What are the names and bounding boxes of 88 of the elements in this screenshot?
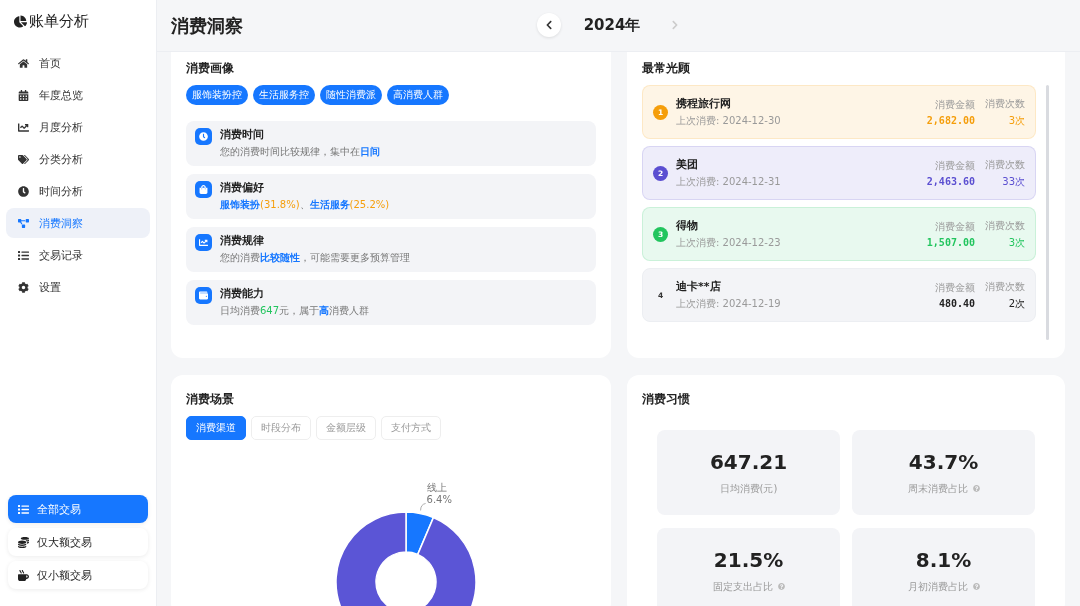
line-chart-icon — [195, 234, 212, 251]
amount-label: 消费金额 — [935, 98, 975, 112]
stat-label: 月初消费占比 — [907, 579, 968, 594]
amount-label: 消费金额 — [935, 220, 975, 234]
last-purchase-date: 上次消费: 2024-12-23 — [676, 236, 782, 250]
amount-label: 消费金额 — [935, 281, 975, 295]
chevron-right-icon — [670, 20, 680, 30]
merchant-name: 迪卡**店 — [676, 279, 722, 294]
previous-button[interactable] — [537, 13, 561, 37]
filter-button[interactable]: 全部交易 — [8, 495, 148, 523]
count-label: 消费次数 — [985, 96, 1025, 111]
insight-title: 消费能力 — [220, 287, 265, 301]
stat-value: 8.1% — [915, 547, 972, 572]
chevron-left-icon — [544, 20, 554, 30]
nav-item[interactable]: 消费洞察 — [6, 208, 150, 238]
insight-text: 服饰装扮(31.8%)、生活服务(25.2%) — [220, 198, 390, 212]
wallet-icon — [195, 287, 212, 304]
insight-text: 您的消费比较随性，可能需要更多预算管理 — [220, 251, 410, 265]
card-title: 消费习惯 — [642, 391, 691, 408]
amount-value: 1,507.00 — [926, 237, 975, 248]
last-purchase-date: 上次消费: 2024-12-31 — [676, 175, 782, 189]
profile-tag: 服饰装扮控 — [186, 85, 248, 105]
stat-label: 周末消费占比 — [907, 481, 968, 496]
logo-icon — [14, 14, 27, 28]
chart-label: 线上 6.4% — [426, 482, 452, 507]
count-value: 3次 — [1008, 235, 1025, 250]
merchant-name: 美团 — [676, 157, 699, 172]
insight-text: 您的消费时间比较规律，集中在日间 — [220, 145, 380, 159]
nav-item[interactable]: 交易记录 — [6, 240, 150, 270]
count-value: 3次 — [1008, 113, 1025, 128]
home-icon — [18, 57, 29, 69]
tags-icon — [18, 153, 29, 165]
card-title: 消费场景 — [186, 391, 235, 408]
card-title: 消费画像 — [186, 60, 235, 77]
leader-line — [420, 503, 426, 511]
list-icon — [18, 503, 29, 515]
insight-title: 消费规律 — [220, 234, 265, 248]
profile-tag: 生活服务控 — [253, 85, 315, 105]
nav-item[interactable]: 分类分析 — [6, 144, 150, 174]
count-label: 消费次数 — [985, 157, 1025, 172]
network-icon — [18, 217, 29, 229]
scrollbar[interactable] — [1046, 85, 1049, 340]
count-label: 消费次数 — [985, 218, 1025, 233]
stat-label: 固定支出占比 — [712, 579, 773, 594]
info-icon[interactable] — [972, 485, 980, 492]
card-title: 最常光顾 — [642, 60, 691, 77]
filter-button[interactable]: 仅大额交易 — [8, 528, 148, 556]
amount-value: 480.40 — [938, 298, 975, 309]
nav-item[interactable]: 年度总览 — [6, 80, 150, 110]
stat-value: 647.21 — [709, 449, 788, 474]
nav-item[interactable]: 时间分析 — [6, 176, 150, 206]
clock-icon — [195, 128, 212, 145]
last-purchase-date: 上次消费: 2024-12-30 — [676, 114, 782, 128]
settings-icon — [18, 281, 29, 293]
coins-icon — [18, 536, 29, 548]
nav-item[interactable]: 首页 — [6, 48, 150, 78]
merchant-name: 携程旅行网 — [676, 96, 732, 111]
bag-icon — [195, 181, 212, 198]
merchant-name: 得物 — [676, 218, 699, 233]
last-purchase-date: 上次消费: 2024-12-19 — [676, 297, 782, 311]
profile-tag: 高消费人群 — [387, 85, 449, 105]
count-value: 33次 — [1002, 174, 1025, 189]
calendar-icon — [18, 89, 29, 101]
clock-icon — [18, 185, 29, 197]
profile-tag: 随性消费派 — [320, 85, 382, 105]
mug-icon — [18, 569, 29, 581]
line-chart-icon — [18, 121, 29, 133]
scene-tab[interactable]: 消费渠道 — [186, 416, 246, 440]
year-label: 2024年 — [583, 15, 641, 35]
filter-button[interactable]: 仅小额交易 — [8, 561, 148, 589]
amount-value: 2,682.00 — [926, 115, 975, 126]
list-icon — [18, 249, 29, 261]
app-title: 账单分析 — [29, 11, 89, 31]
insight-title: 消费时间 — [220, 128, 265, 142]
info-icon[interactable] — [972, 583, 980, 590]
insight-text: 日均消费647元，属于高消费人群 — [220, 304, 370, 318]
insight-title: 消费偏好 — [220, 181, 265, 195]
nav-item[interactable]: 设置 — [6, 272, 150, 302]
nav-item[interactable]: 月度分析 — [6, 112, 150, 142]
info-icon[interactable] — [777, 583, 785, 590]
count-value: 2次 — [1008, 296, 1025, 311]
stat-value: 21.5% — [713, 547, 784, 572]
count-label: 消费次数 — [985, 279, 1025, 294]
stat-value: 43.7% — [908, 449, 979, 474]
amount-value: 2,463.60 — [926, 176, 975, 187]
page-title: 消费洞察 — [171, 13, 243, 38]
stat-label: 日均消费(元) — [719, 481, 778, 496]
amount-label: 消费金额 — [935, 159, 975, 173]
